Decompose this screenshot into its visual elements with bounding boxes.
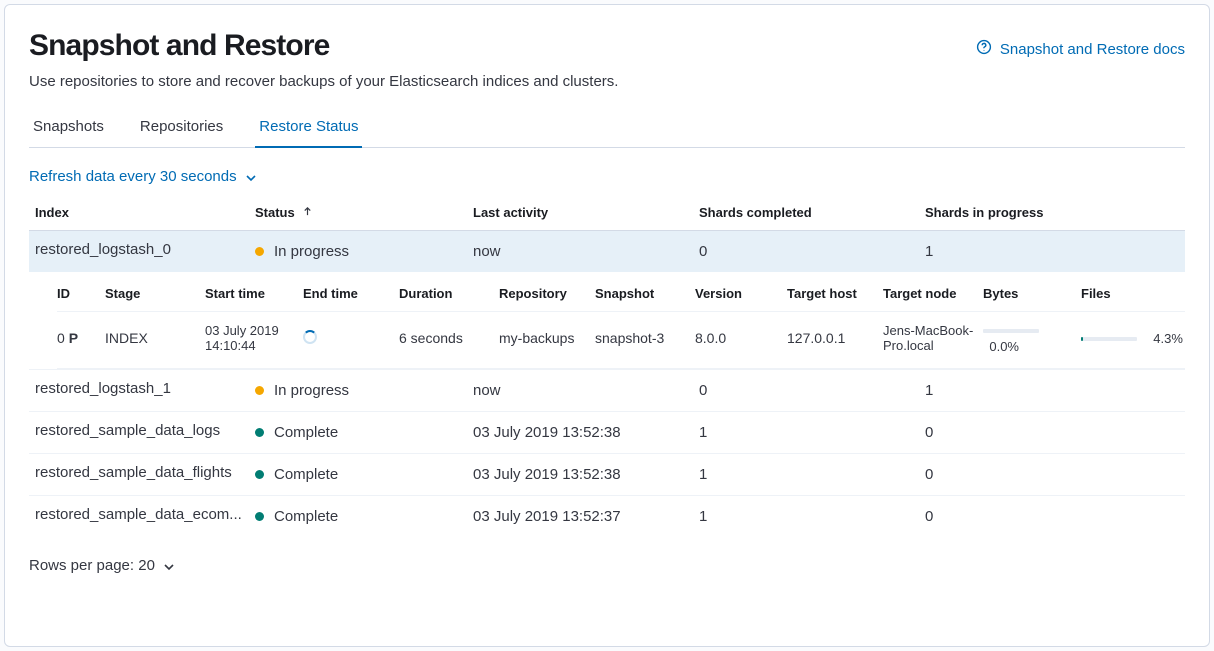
shard-target-node: Jens-MacBook-Pro.local [883,323,983,353]
table-row[interactable]: restored_sample_data_logs Complete 03 Ju… [29,412,1185,454]
files-progress-bar [1081,337,1137,341]
dth-end-time: End time [303,286,399,301]
shard-snapshot: snapshot-3 [595,330,695,346]
help-icon [976,39,992,59]
dth-bytes: Bytes [983,286,1081,301]
dth-id: ID [57,286,105,301]
status-dot-icon [255,512,264,521]
dth-version: Version [695,286,787,301]
index-name: restored_logstash_1 [35,380,171,397]
status-dot-icon [255,247,264,256]
dth-snapshot: Snapshot [595,286,695,301]
status-text: Complete [274,424,338,441]
dth-repository: Repository [499,286,595,301]
refresh-interval-button[interactable]: Refresh data every 30 seconds [29,168,257,185]
chevron-down-icon [163,560,175,572]
status-text: In progress [274,382,349,399]
refresh-interval-label: Refresh data every 30 seconds [29,168,237,185]
last-activity: now [473,382,699,399]
dth-stage: Stage [105,286,205,301]
tab-repositories[interactable]: Repositories [136,108,227,147]
shards-in-progress: 1 [925,243,1149,260]
restore-status-table: Index Status Last activity Shards comple… [29,199,1185,537]
last-activity: 03 July 2019 13:52:38 [473,424,699,441]
index-name: restored_sample_data_logs [35,422,220,439]
status-text: Complete [274,466,338,483]
index-name: restored_sample_data_flights [35,464,232,481]
status-dot-icon [255,386,264,395]
status-text: In progress [274,243,349,260]
th-shards-in-progress[interactable]: Shards in progress [925,205,1149,220]
dth-start-time: Start time [205,286,303,301]
table-header-row: Index Status Last activity Shards comple… [29,199,1185,231]
dth-files: Files [1081,286,1185,301]
shard-version: 8.0.0 [695,330,787,346]
shards-in-progress: 1 [925,382,1149,399]
shard-id: 0 [57,330,65,346]
dth-target-node: Target node [883,286,983,301]
th-last-activity[interactable]: Last activity [473,205,699,220]
snapshot-restore-panel: Snapshot and Restore Use repositories to… [4,4,1210,647]
table-row[interactable]: restored_sample_data_flights Complete 03… [29,454,1185,496]
page-subtitle: Use repositories to store and recover ba… [29,73,618,90]
chevron-down-icon [245,171,257,183]
shards-in-progress: 0 [925,466,1149,483]
docs-link-label: Snapshot and Restore docs [1000,41,1185,58]
shards-completed: 0 [699,243,925,260]
detail-header-row: ID Stage Start time End time Duration Re… [57,272,1185,312]
index-name: restored_logstash_0 [35,241,171,258]
spinner-icon [303,330,317,344]
docs-link[interactable]: Snapshot and Restore docs [976,39,1185,59]
shard-primary-badge: P [69,330,78,346]
th-status[interactable]: Status [255,205,473,220]
last-activity: 03 July 2019 13:52:37 [473,508,699,525]
page-title: Snapshot and Restore [29,29,618,63]
status-dot-icon [255,428,264,437]
tab-snapshots[interactable]: Snapshots [29,108,108,147]
th-shards-completed[interactable]: Shards completed [699,205,925,220]
shards-in-progress: 0 [925,424,1149,441]
shard-duration: 6 seconds [399,330,499,346]
row-detail-panel: ID Stage Start time End time Duration Re… [29,272,1185,370]
detail-row: 0 P INDEX 03 July 2019 14:10:44 6 second… [57,312,1185,369]
dth-target-host: Target host [787,286,883,301]
tab-restore-status[interactable]: Restore Status [255,108,362,147]
shard-target-host: 127.0.0.1 [787,330,883,346]
index-name: restored_sample_data_ecom... [35,506,242,523]
dth-duration: Duration [399,286,499,301]
last-activity: now [473,243,699,260]
shard-repository: my-backups [499,330,595,346]
th-index[interactable]: Index [29,205,255,220]
status-text: Complete [274,508,338,525]
table-row[interactable]: restored_logstash_1 In progress now 0 1 [29,370,1185,412]
shards-completed: 1 [699,424,925,441]
page-header: Snapshot and Restore Use repositories to… [29,29,1185,108]
bytes-progress-bar [983,329,1039,333]
shards-in-progress: 0 [925,508,1149,525]
rows-per-page-label: Rows per page: 20 [29,557,155,574]
table-row[interactable]: restored_sample_data_ecom... Complete 03… [29,496,1185,537]
table-row[interactable]: restored_logstash_0 In progress now 0 1 [29,231,1185,272]
shard-stage: INDEX [105,330,205,346]
shards-completed: 1 [699,508,925,525]
sort-ascending-icon [302,205,313,220]
tabs: Snapshots Repositories Restore Status [29,108,1185,148]
rows-per-page-button[interactable]: Rows per page: 20 [29,557,175,574]
shards-completed: 1 [699,466,925,483]
shard-start-time: 03 July 2019 14:10:44 [205,323,303,353]
files-percent: 4.3% [1147,331,1183,346]
shards-completed: 0 [699,382,925,399]
bytes-percent: 0.0% [983,339,1019,354]
status-dot-icon [255,470,264,479]
last-activity: 03 July 2019 13:52:38 [473,466,699,483]
